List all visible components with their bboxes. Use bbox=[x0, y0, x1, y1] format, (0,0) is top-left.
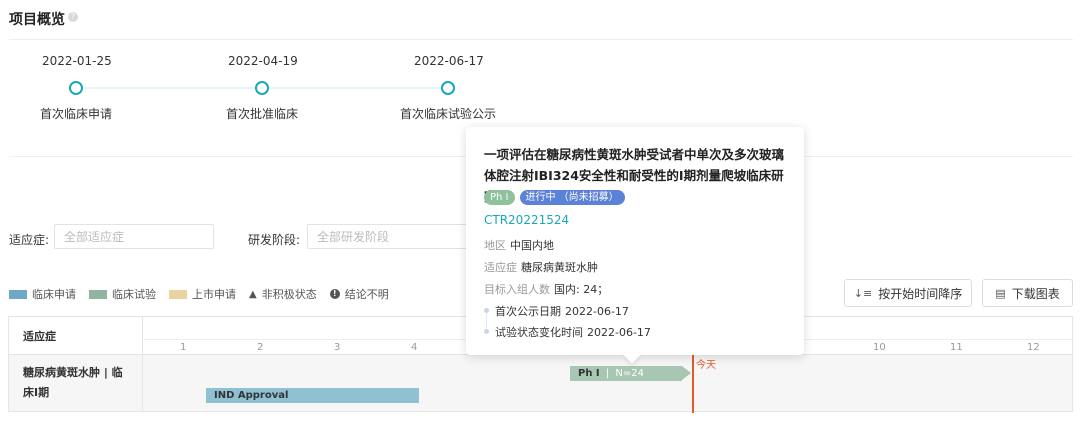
phase-bar-arrow bbox=[682, 366, 691, 380]
indication-filter-label: 适应症: bbox=[9, 233, 50, 247]
region-key: 地区 bbox=[484, 239, 506, 252]
timeline-date-3: 2022-06-17 bbox=[414, 54, 484, 68]
sort-icon: ↓≡ bbox=[853, 286, 873, 300]
timeline-label-3: 首次临床试验公示 bbox=[400, 107, 497, 121]
month-label: 2 bbox=[257, 342, 264, 353]
timeline-date-1: 2022-01-25 bbox=[42, 54, 112, 68]
phase-filter-select[interactable]: 全部研发阶段 bbox=[307, 224, 467, 249]
indication-value: 糖尿病黄斑水肿 bbox=[521, 261, 598, 274]
indication-filter-select[interactable]: 全部适应症 bbox=[54, 224, 214, 249]
column-header-indication: 适应症 bbox=[9, 317, 143, 354]
tooltip-badges: Ph I 进行中 （尚未招募） bbox=[484, 190, 625, 205]
phase-1-trial-bar[interactable]: Ph I | N=24 bbox=[570, 366, 682, 381]
today-marker-line bbox=[692, 349, 694, 413]
phase-bar-n: N=24 bbox=[615, 368, 644, 379]
tooltip-first-publish: 首次公示日期 2022-06-17 bbox=[495, 303, 629, 319]
tooltip-region: 地区 中国内地 bbox=[484, 237, 554, 253]
phase-bar-label: Ph I bbox=[578, 368, 600, 379]
page-title: 项目概览 bbox=[9, 12, 65, 28]
status-badge: 进行中 （尚未招募） bbox=[519, 190, 625, 205]
legend-swatch-clinical-trial bbox=[89, 289, 107, 299]
month-label: 3 bbox=[334, 342, 341, 353]
month-label: 12 bbox=[1027, 342, 1040, 353]
indication-key: 适应症 bbox=[484, 261, 517, 274]
first-publish-value: 2022-06-17 bbox=[565, 305, 629, 318]
header-divider bbox=[9, 39, 1073, 40]
tooltip-indication: 适应症 糖尿病黄斑水肿 bbox=[484, 259, 598, 275]
legend-label: 非积极状态 bbox=[261, 288, 317, 301]
exclamation-circle-icon: ! bbox=[329, 289, 340, 299]
ind-approval-bar[interactable]: IND Approval bbox=[206, 388, 419, 403]
today-marker-label: 今天 bbox=[696, 360, 716, 371]
tooltip-status-change: 试验状态变化时间 2022-06-17 bbox=[495, 324, 651, 340]
timeline-label-1: 首次临床申请 bbox=[40, 107, 113, 121]
table-row bbox=[8, 355, 1073, 412]
month-label: 10 bbox=[873, 342, 886, 353]
status-change-value: 2022-06-17 bbox=[587, 326, 651, 339]
legend-swatch-market-application bbox=[169, 289, 187, 299]
sort-button-label: 按开始时间降序 bbox=[878, 286, 963, 301]
tooltip-timeline-line bbox=[486, 312, 487, 330]
tooltip-target: 目标入组人数 国内: 24； bbox=[484, 281, 608, 297]
document-icon: ▤ bbox=[995, 286, 1006, 300]
phase-bar-sep: | bbox=[605, 368, 610, 379]
sort-by-start-button[interactable]: ↓≡ 按开始时间降序 bbox=[844, 279, 972, 307]
legend-label: 临床试验 bbox=[112, 288, 156, 301]
month-label: 1 bbox=[180, 342, 187, 353]
timeline-dot-3 bbox=[441, 81, 455, 95]
phase-badge: Ph I bbox=[484, 190, 515, 205]
download-button-label: 下载图表 bbox=[1011, 286, 1060, 301]
tooltip-timeline-dot bbox=[484, 308, 489, 313]
timeline-label-2: 首次批准临床 bbox=[226, 107, 299, 121]
legend-label: 临床申请 bbox=[32, 288, 76, 301]
timeline-date-2: 2022-04-19 bbox=[228, 54, 298, 68]
region-value: 中国内地 bbox=[510, 239, 554, 252]
legend-swatch-clinical-application bbox=[9, 289, 27, 299]
triangle-icon: ▲ bbox=[249, 288, 257, 300]
month-label: 4 bbox=[411, 342, 418, 353]
question-circle-icon[interactable]: ? bbox=[68, 12, 78, 22]
timeline-dot-1 bbox=[69, 81, 83, 95]
legend-label: 上市申请 bbox=[192, 288, 236, 301]
legend-label: 结论不明 bbox=[344, 288, 389, 301]
first-publish-key: 首次公示日期 bbox=[495, 305, 561, 318]
download-chart-button[interactable]: ▤ 下载图表 bbox=[982, 279, 1073, 307]
tooltip-timeline-dot bbox=[484, 329, 489, 334]
row-label-indication: 糖尿病黄斑水肿 | 临床I期 bbox=[9, 355, 143, 411]
legend: 临床申请 临床试验 上市申请 ▲ 非积极状态 ! 结论不明 bbox=[9, 286, 389, 302]
target-key: 目标入组人数 bbox=[484, 283, 550, 296]
status-change-key: 试验状态变化时间 bbox=[495, 326, 583, 339]
target-value: 国内: 24； bbox=[554, 283, 609, 296]
month-label: 11 bbox=[950, 342, 963, 353]
ctr-link[interactable]: CTR20221524 bbox=[484, 213, 569, 227]
phase-filter-label: 研发阶段: bbox=[248, 233, 301, 247]
timeline-dot-2 bbox=[255, 81, 269, 95]
